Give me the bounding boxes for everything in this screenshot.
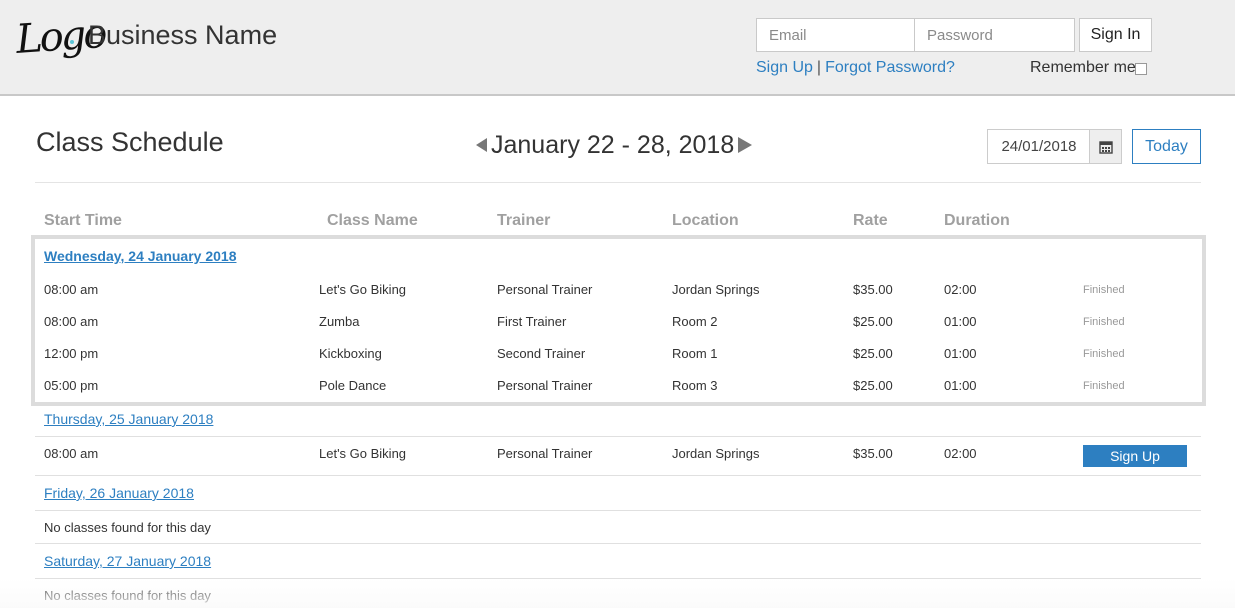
cell-trainer: Personal Trainer [497,446,593,461]
cell-class-name: Let's Go Biking [319,282,407,297]
remember-me-label: Remember me [1030,59,1136,76]
divider [35,182,1201,183]
day-heading-wednesday[interactable]: Wednesday, 24 January 2018 [44,248,236,264]
cell-start-time: 08:00 am [44,314,99,329]
divider [35,578,1201,579]
cell-class-name: Pole Dance [319,378,387,393]
week-navigator: January 22 - 28, 2018 [476,128,753,162]
cell-trainer: Personal Trainer [497,282,593,297]
email-input[interactable] [756,18,915,52]
cell-rate: $25.00 [853,346,893,361]
cell-trainer: First Trainer [497,314,567,329]
cell-location: Room 1 [672,346,718,361]
page-title: Class Schedule [36,127,224,157]
cell-duration: 02:00 [944,446,977,461]
status-badge: Finished [1083,348,1125,360]
column-header-trainer: Trainer [497,212,551,229]
sign-in-button[interactable]: Sign In [1079,18,1152,52]
day-heading-saturday[interactable]: Saturday, 27 January 2018 [44,553,211,569]
cell-duration: 01:00 [944,314,977,329]
divider [35,543,1201,544]
auth-links: Sign Up | Forgot Password? [756,59,955,77]
cell-location: Room 3 [672,378,718,393]
week-label: January 22 - 28, 2018 [491,130,735,159]
divider [35,510,1201,511]
password-input[interactable] [914,18,1075,52]
date-input[interactable] [987,129,1090,164]
cell-location: Jordan Springs [672,282,760,297]
cell-class-name: Kickboxing [319,346,382,361]
business-name: Business Name [88,20,278,50]
cell-trainer: Personal Trainer [497,378,593,393]
divider [35,475,1201,476]
cell-start-time: 12:00 pm [44,346,99,361]
cell-class-name: Let's Go Biking [319,446,407,461]
cell-class-name: Zumba [319,314,360,329]
cell-location: Room 2 [672,314,718,329]
site-header: Logo Business Name Sign In Sign Up|Forgo… [0,0,1235,96]
day-heading-friday[interactable]: Friday, 26 January 2018 [44,485,194,501]
cell-duration: 02:00 [944,282,977,297]
empty-day-message: No classes found for this day [44,588,211,603]
logo-dot [70,40,74,44]
column-header-duration: Duration [944,212,1010,229]
empty-day-message: No classes found for this day [44,520,211,535]
cell-rate: $35.00 [853,282,893,297]
cell-rate: $35.00 [853,446,893,461]
forgot-password-link[interactable]: Forgot Password? [825,59,955,76]
cell-duration: 01:00 [944,378,977,393]
next-week-arrow-icon[interactable] [738,137,753,153]
link-separator: | [816,59,822,76]
status-badge: Finished [1083,284,1125,296]
remember-me-checkbox[interactable] [1135,63,1147,75]
cell-start-time: 08:00 am [44,446,99,461]
column-header-rate: Rate [853,212,888,229]
cell-location: Jordan Springs [672,446,760,461]
status-badge: Finished [1083,316,1125,328]
cell-start-time: 08:00 am [44,282,99,297]
sign-up-link[interactable]: Sign Up [756,59,813,76]
previous-week-arrow-icon[interactable] [476,138,487,152]
calendar-button[interactable] [1089,129,1122,164]
cell-rate: $25.00 [853,378,893,393]
cell-start-time: 05:00 pm [44,378,99,393]
column-header-class-name: Class Name [327,212,418,229]
calendar-icon [1098,140,1113,154]
class-sign-up-button[interactable]: Sign Up [1083,445,1187,467]
cell-rate: $25.00 [853,314,893,329]
status-badge: Finished [1083,380,1125,392]
today-button[interactable]: Today [1132,129,1201,164]
cell-trainer: Second Trainer [497,346,586,361]
day-heading-thursday[interactable]: Thursday, 25 January 2018 [44,411,213,427]
cell-duration: 01:00 [944,346,977,361]
divider [35,436,1201,437]
column-header-start-time: Start Time [44,212,122,229]
column-header-location: Location [672,212,739,229]
